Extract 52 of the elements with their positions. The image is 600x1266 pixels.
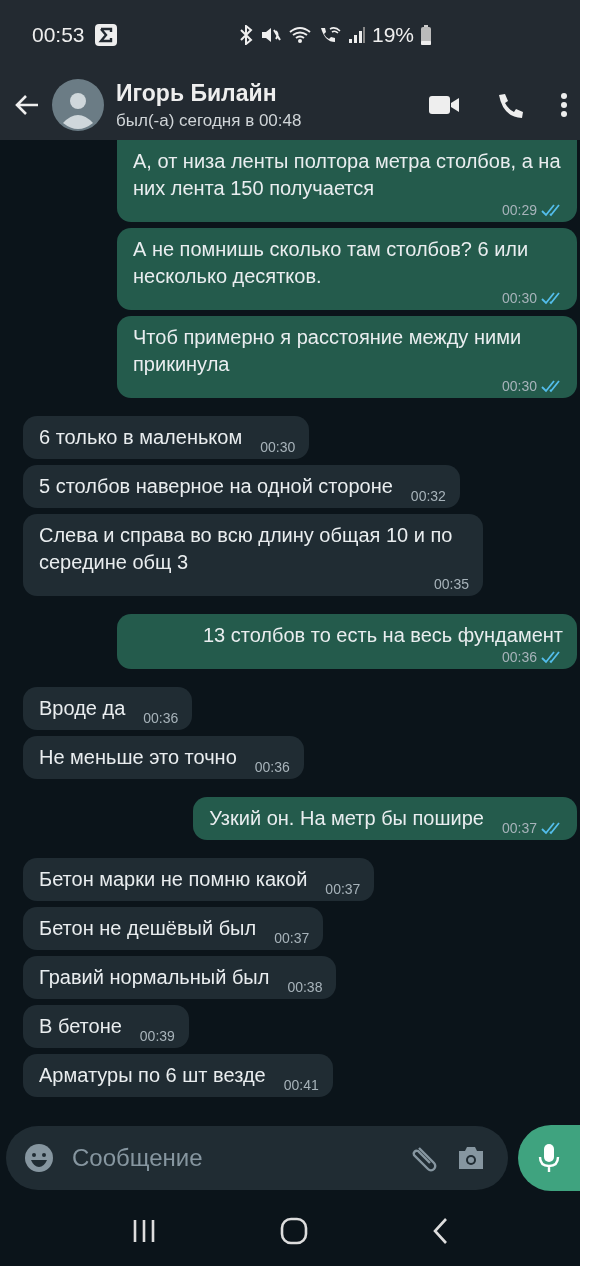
message-text: 5 столбов наверное на одной стороне <box>39 474 393 499</box>
wifi-icon <box>287 25 312 45</box>
message-time: 00:37 <box>501 820 537 836</box>
signal-icon <box>347 25 366 45</box>
message-time: 00:36 <box>501 649 537 665</box>
last-seen-text: был(-а) сегодня в 00:48 <box>116 110 303 131</box>
message-time: 00:30 <box>260 439 296 455</box>
sigma-icon <box>94 24 117 46</box>
battery-percent: 19% <box>371 23 414 47</box>
mute-icon <box>259 25 282 45</box>
message-time: 00:35 <box>433 576 469 592</box>
avatar-icon[interactable] <box>52 79 104 131</box>
message-time: 00:38 <box>287 979 323 995</box>
message-time: 00:37 <box>274 930 310 946</box>
message-text: Вроде да <box>39 696 126 721</box>
message-text: 6 только в маленьком <box>39 425 243 450</box>
message-text: Узкий он. На метр бы пошире <box>209 806 484 831</box>
message-time: 00:41 <box>283 1077 319 1093</box>
message-time: 00:32 <box>410 488 446 504</box>
message-time: 00:30 <box>501 290 537 306</box>
contact-name[interactable]: Игорь Билайн <box>116 79 416 107</box>
more-vertical-icon <box>560 92 568 118</box>
status-time: 00:53 <box>32 23 85 47</box>
message-text: Арматуры по 6 шт везде <box>39 1063 266 1088</box>
message-time: 00:39 <box>139 1028 175 1044</box>
back-arrow-icon <box>14 93 40 117</box>
message-text: Бетон марки не помню какой <box>39 867 308 892</box>
message-text: Гравий нормальный был <box>39 965 270 990</box>
message-text: А, от низа ленты полтора метра столбов, а на них лента 150 получается <box>133 149 562 201</box>
home-icon[interactable] <box>280 1217 308 1245</box>
message-input-field[interactable]: Сообщение <box>70 1143 394 1173</box>
message-text: В бетоне <box>39 1014 122 1039</box>
message-composer[interactable]: Сообщение <box>6 1126 508 1190</box>
message-time: 00:30 <box>501 378 537 394</box>
phone-icon <box>496 91 524 119</box>
camera-icon[interactable] <box>456 1145 486 1171</box>
video-camera-icon <box>428 94 460 116</box>
microphone-icon <box>538 1143 560 1173</box>
battery-icon <box>420 24 432 46</box>
message-time: 00:29 <box>501 202 537 218</box>
voice-message-button[interactable] <box>518 1125 580 1191</box>
message-time: 00:37 <box>325 881 361 897</box>
emoji-icon[interactable] <box>24 1143 54 1173</box>
message-time: 00:36 <box>254 759 290 775</box>
bluetooth-icon <box>237 25 254 45</box>
message-text: Не меньше это точно <box>39 745 237 770</box>
message-text: 13 столбов то есть на весь фундамент <box>202 623 563 648</box>
message-text: Бетон не дешёвый был <box>39 916 257 941</box>
message-text: Слева и справа во всю длину общая 10 и по середине общ 3 <box>39 523 454 575</box>
message-text: Чтоб примерно я расстояние между ними прикинула <box>133 325 523 377</box>
message-text: А не помнишь сколько там столбов? 6 или несколько десятков. <box>133 237 530 289</box>
message-time: 00:36 <box>143 710 179 726</box>
